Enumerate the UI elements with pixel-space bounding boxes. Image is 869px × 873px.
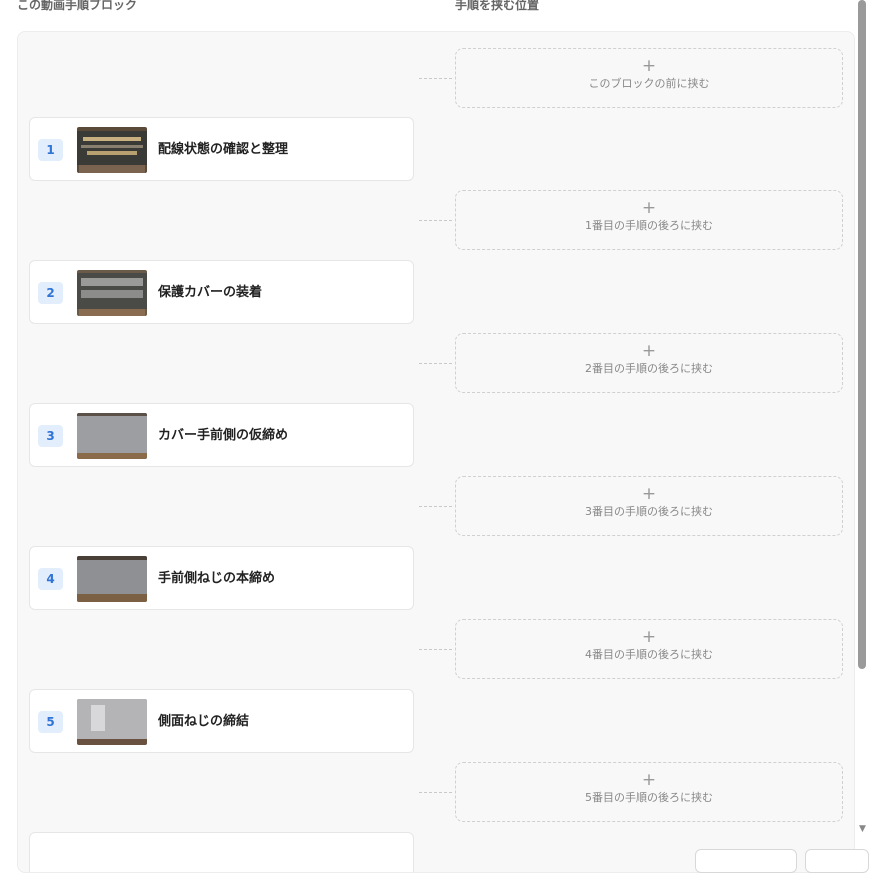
connector-line [419, 220, 452, 221]
plus-icon: + [641, 484, 657, 504]
insert-slot-after-step-2[interactable]: + 2番目の手順の後ろに挟む [455, 333, 843, 393]
insert-position-header: 手順を挟む位置 [455, 0, 540, 12]
insert-slot-after-step-3[interactable]: + 3番目の手順の後ろに挟む [455, 476, 843, 536]
step-thumbnail [77, 699, 147, 745]
insert-slot-label: 2番目の手順の後ろに挟む [585, 362, 713, 375]
plus-icon: + [641, 341, 657, 361]
connector-line [419, 792, 452, 793]
insert-slot-label: 4番目の手順の後ろに挟む [585, 648, 713, 661]
step-thumbnail [77, 270, 147, 316]
step-number-badge: 1 [38, 139, 63, 161]
connector-line [419, 506, 452, 507]
step-card-4[interactable]: 4 手前側ねじの本締め [29, 546, 414, 610]
step-block-header: この動画手順ブロック [17, 0, 138, 12]
insert-slot-before-block[interactable]: + このブロックの前に挟む [455, 48, 843, 108]
plus-icon: + [641, 770, 657, 790]
cancel-button[interactable] [695, 849, 797, 873]
step-card-1[interactable]: 1 配線状態の確認と整理 [29, 117, 414, 181]
step-title: 側面ねじの締結 [158, 714, 250, 729]
plus-icon: + [641, 56, 657, 76]
connector-line [419, 78, 452, 79]
insert-slot-after-step-5[interactable]: + 5番目の手順の後ろに挟む [455, 762, 843, 822]
step-number-badge: 4 [38, 568, 63, 590]
step-number-badge: 5 [38, 711, 63, 733]
step-title: 配線状態の確認と整理 [158, 142, 289, 157]
plus-icon: + [641, 627, 657, 647]
plus-icon: + [641, 198, 657, 218]
step-thumbnail [77, 127, 147, 173]
connector-line [419, 649, 452, 650]
step-card-6[interactable] [29, 832, 414, 872]
insert-slot-after-step-1[interactable]: + 1番目の手順の後ろに挟む [455, 190, 843, 250]
caret-down-icon[interactable]: ▼ [856, 822, 869, 836]
step-card-5[interactable]: 5 側面ねじの締結 [29, 689, 414, 753]
insert-slot-label: 3番目の手順の後ろに挟む [585, 505, 713, 518]
step-card-2[interactable]: 2 保護カバーの装着 [29, 260, 414, 324]
insert-slot-after-step-4[interactable]: + 4番目の手順の後ろに挟む [455, 619, 843, 679]
step-number-badge: 2 [38, 282, 63, 304]
connector-line [419, 363, 452, 364]
step-thumbnail [77, 556, 147, 602]
step-title: 手前側ねじの本締め [158, 571, 276, 586]
insert-slot-label: 1番目の手順の後ろに挟む [585, 219, 713, 232]
insert-slot-label: このブロックの前に挟む [588, 77, 710, 90]
scrollbar-thumb[interactable] [858, 0, 866, 669]
confirm-button[interactable] [805, 849, 869, 873]
insert-slot-label: 5番目の手順の後ろに挟む [585, 791, 713, 804]
step-number-badge: 3 [38, 425, 63, 447]
step-title: カバー手前側の仮締め [158, 428, 289, 443]
step-card-3[interactable]: 3 カバー手前側の仮締め [29, 403, 414, 467]
step-title: 保護カバーの装着 [158, 285, 263, 300]
step-thumbnail [77, 413, 147, 459]
steps-panel: + このブロックの前に挟む 1 配線状態の確認と整理 + 1番目の手順の後ろに挟… [17, 31, 855, 873]
